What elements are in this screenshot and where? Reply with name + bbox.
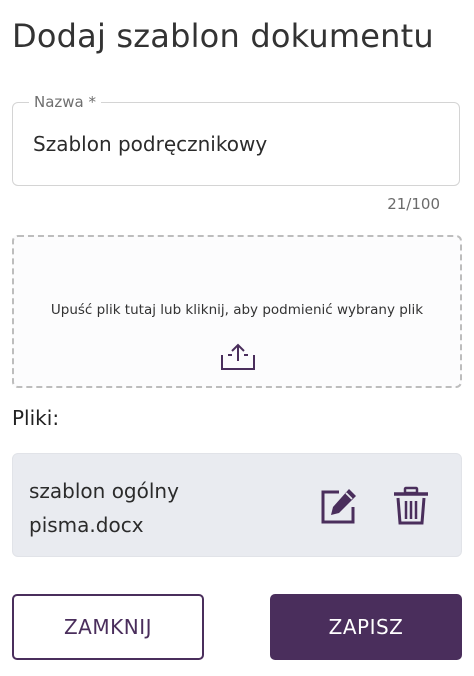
dropzone-text: Upuść plik tutaj lub kliknij, aby podmie… <box>50 302 424 318</box>
delete-file-button[interactable] <box>391 486 431 526</box>
close-button[interactable]: ZAMKNIJ <box>12 594 204 660</box>
files-label: Pliki: <box>12 406 60 430</box>
character-counter: 21/100 <box>387 195 440 213</box>
save-button[interactable]: ZAPISZ <box>270 594 462 660</box>
dialog-title: Dodaj szablon dokumentu <box>12 17 434 55</box>
name-field-value[interactable]: Szablon podręcznikowy <box>33 129 267 159</box>
name-field[interactable]: Nazwa * Szablon podręcznikowy <box>12 92 460 186</box>
file-item: szablon ogólny pisma.docx <box>12 453 462 557</box>
name-field-label: Nazwa * <box>29 92 102 112</box>
edit-file-button[interactable] <box>319 486 359 526</box>
upload-icon <box>221 343 255 370</box>
file-dropzone[interactable]: Upuść plik tutaj lub kliknij, aby podmie… <box>12 235 462 388</box>
trash-icon <box>394 486 428 525</box>
file-name: szablon ogólny pisma.docx <box>29 479 179 537</box>
edit-icon <box>321 489 356 524</box>
